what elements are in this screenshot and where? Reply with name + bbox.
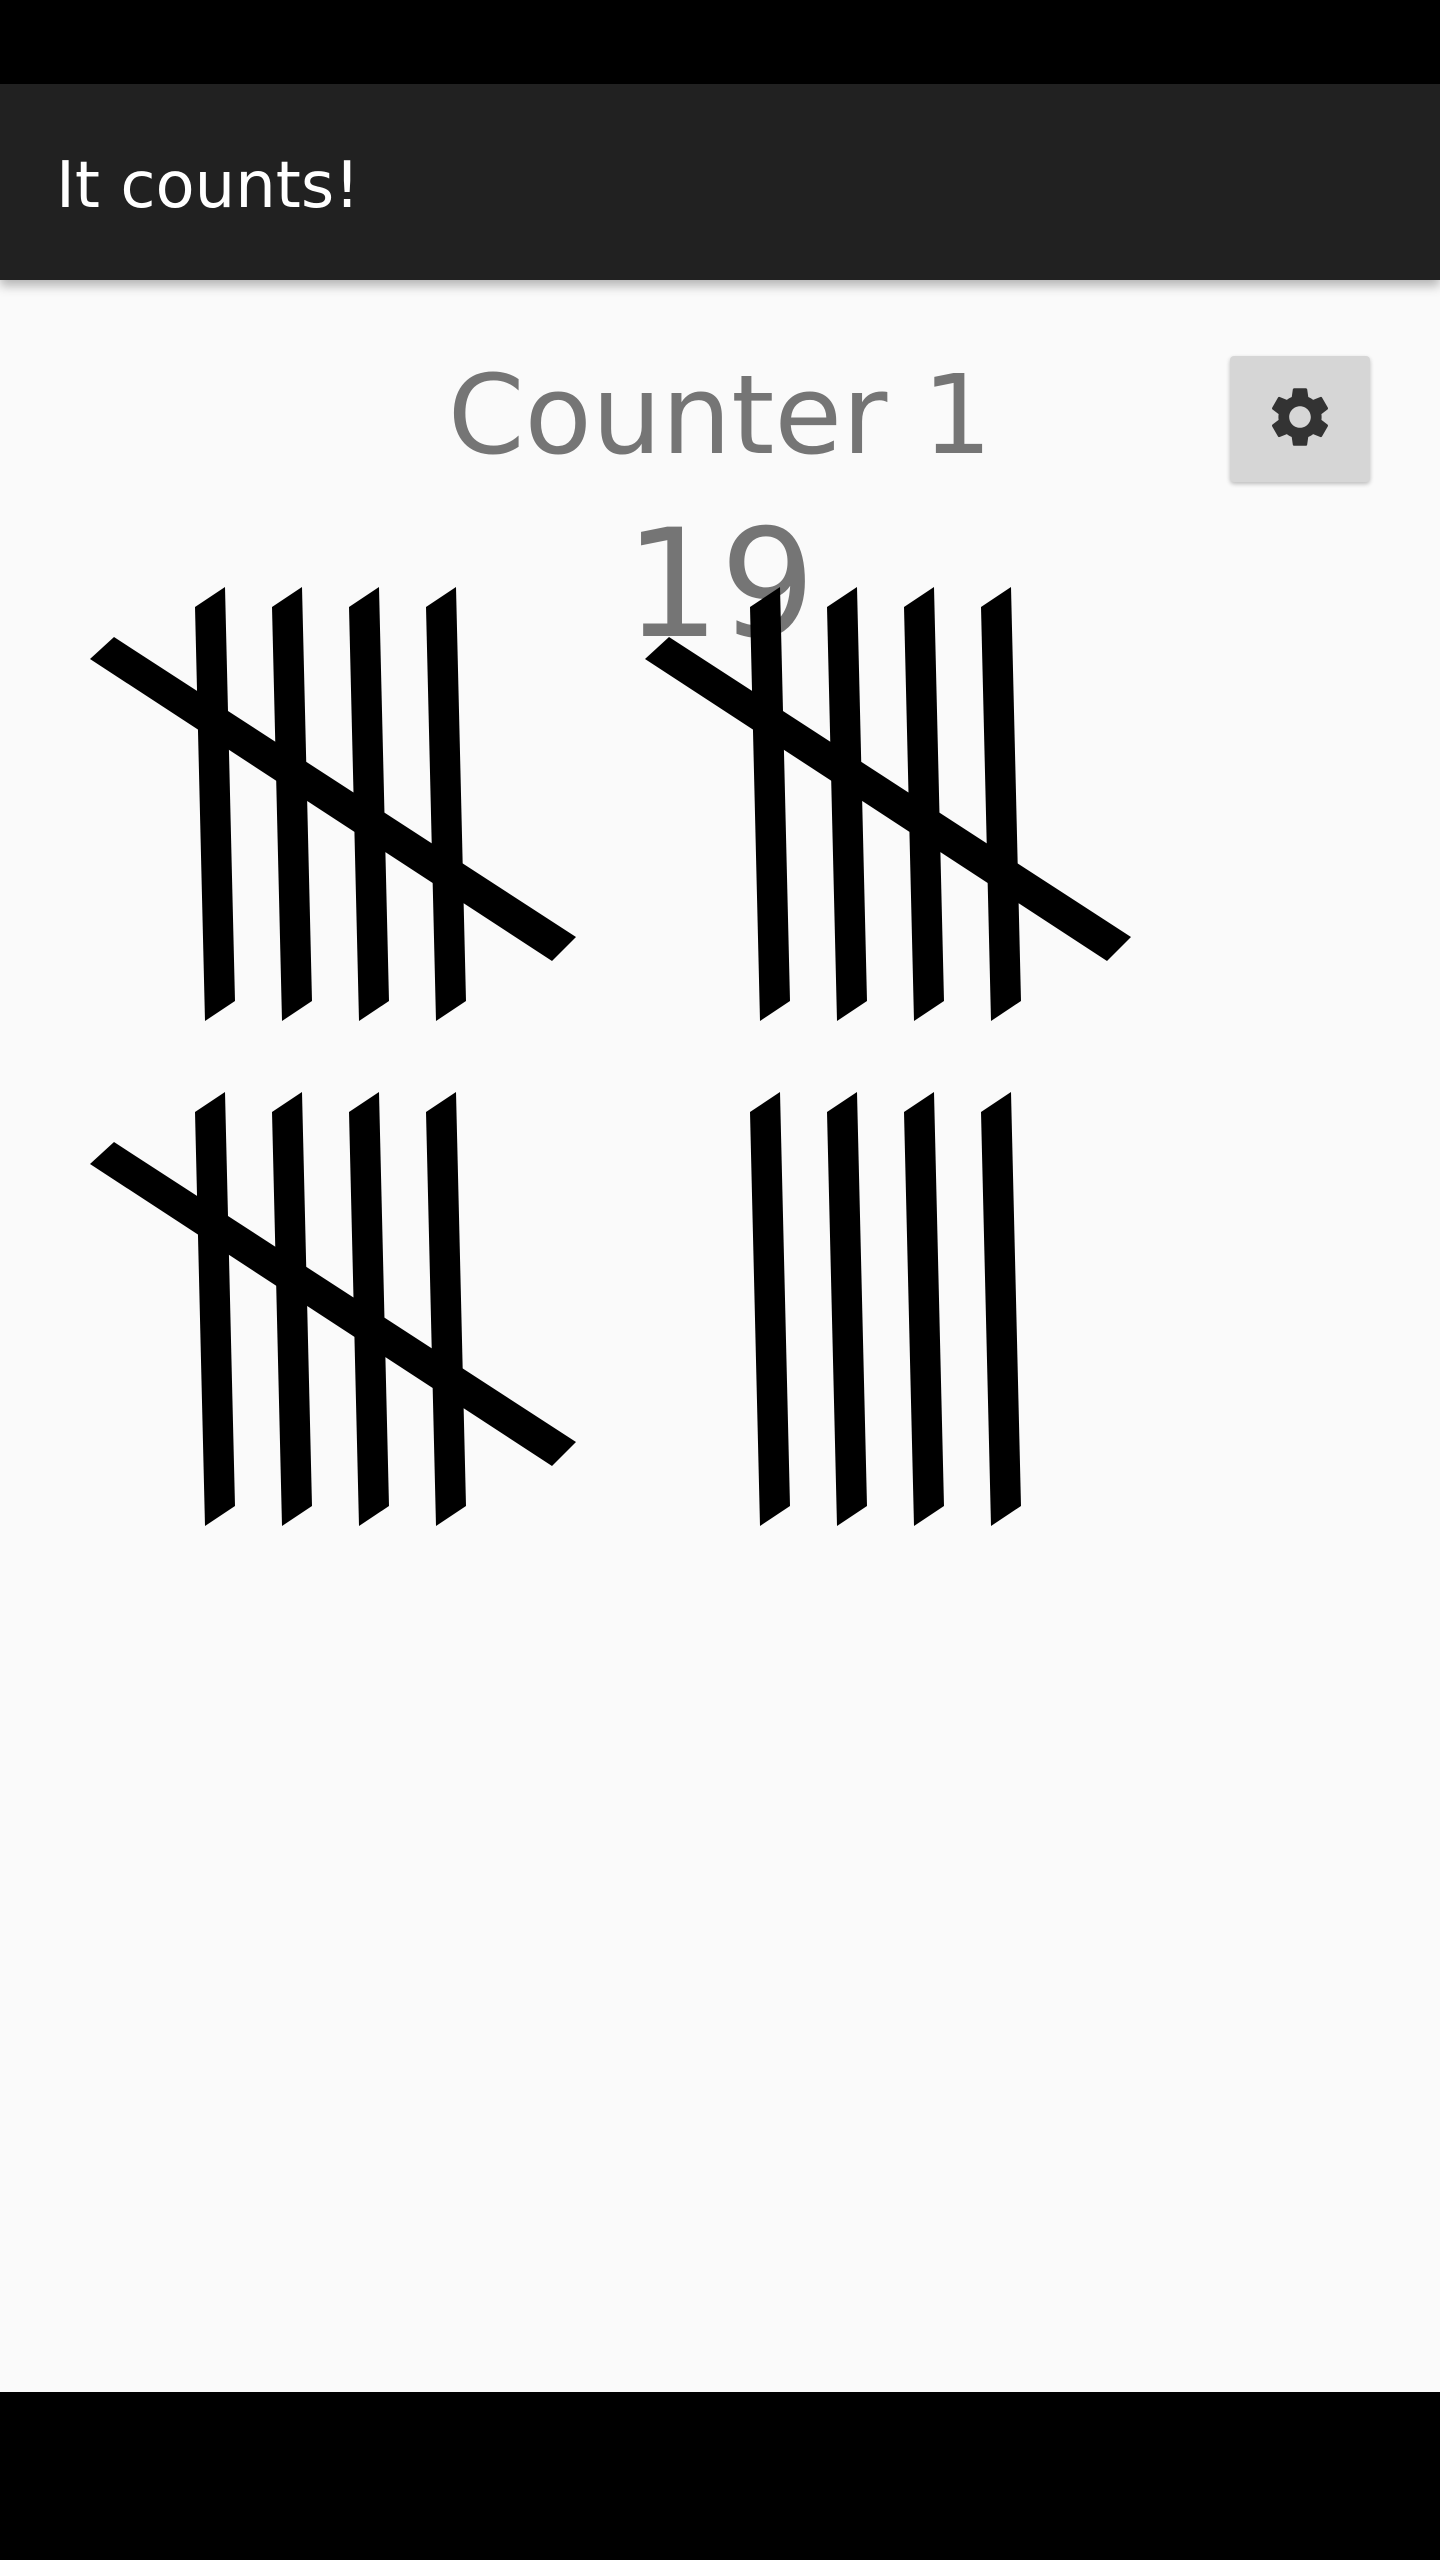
app-title: It counts! — [56, 149, 360, 223]
navigation-bar — [0, 2392, 1440, 2560]
tally-mark — [272, 1092, 312, 1526]
counter-screen[interactable]: Counter 1 19 — [0, 280, 1440, 2392]
tally-group-svg — [90, 587, 576, 1021]
tally-mark-slash — [645, 637, 1131, 961]
tally-mark — [981, 587, 1021, 1021]
tally-group — [645, 1090, 1145, 1540]
tally-mark-slash — [90, 1142, 576, 1466]
tally-mark — [904, 1092, 944, 1526]
settings-button[interactable] — [1230, 356, 1370, 482]
tally-mark — [195, 1092, 235, 1526]
status-bar — [0, 0, 1440, 84]
tally-group-svg — [750, 1092, 1021, 1526]
tally-group — [90, 585, 590, 1035]
app-bar: It counts! — [0, 84, 1440, 280]
tally-group-svg — [90, 1092, 576, 1526]
tally-mark — [195, 587, 235, 1021]
tally-mark — [272, 587, 312, 1021]
tally-mark — [981, 1092, 1021, 1526]
tally-mark — [750, 1092, 790, 1526]
tally-mark — [426, 1092, 466, 1526]
tally-mark — [750, 587, 790, 1021]
tally-group-svg — [645, 587, 1131, 1021]
gear-icon — [1264, 381, 1336, 457]
tally-group — [90, 1090, 590, 1540]
counter-name: Counter 1 — [447, 351, 993, 479]
tally-mark — [827, 587, 867, 1021]
tally-group — [645, 585, 1145, 1035]
tally-area[interactable] — [0, 587, 1440, 1980]
tally-mark — [426, 587, 466, 1021]
tally-mark-slash — [90, 637, 576, 961]
tally-mark — [827, 1092, 867, 1526]
